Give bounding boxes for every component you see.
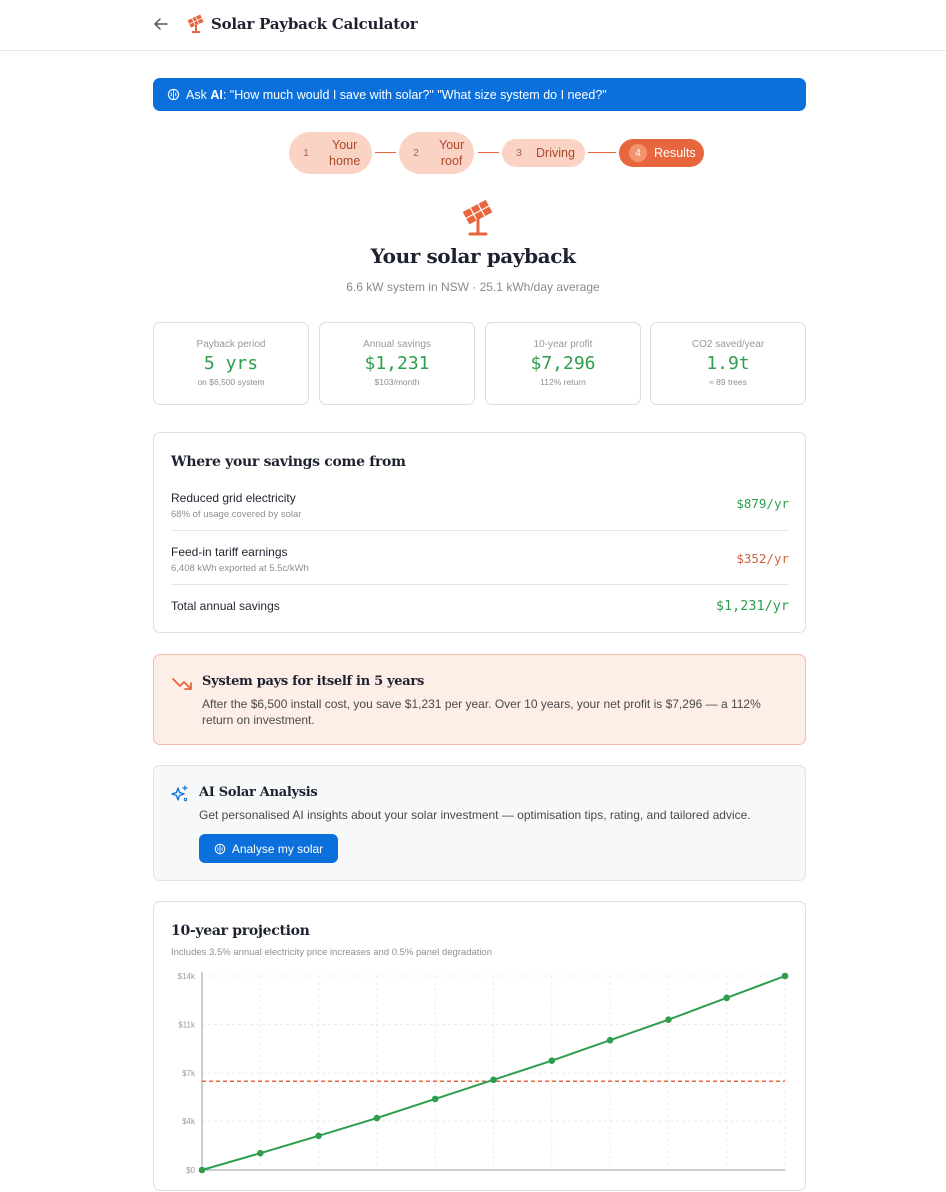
step-driving[interactable]: 3 Driving	[502, 139, 585, 167]
savings-row-desc: 6,408 kWh exported at 5.5c/kWh	[171, 563, 309, 574]
stat-caption: Annual savings	[363, 339, 431, 350]
stat-caption: Payback period	[196, 339, 266, 350]
savings-row-grid: Reduced grid electricity 68% of usage co…	[171, 491, 789, 520]
savings-row-desc: 68% of usage covered by solar	[171, 509, 302, 520]
stat-foot: ≈ 89 trees	[709, 377, 747, 387]
progress-stepper: 1 Your home 2 Your roof 3 Driving 4 Result…	[0, 132, 946, 174]
stat-foot: on $6,500 system	[197, 377, 265, 387]
savings-row-name: Feed-in tariff earnings	[171, 545, 288, 559]
stat-value: $1,231	[364, 353, 430, 374]
analyse-solar-button[interactable]: Analyse my solar	[199, 834, 338, 863]
step-your-roof[interactable]: 2 Your roof	[399, 132, 474, 174]
stats-row: Payback period 5 yrs on $6,500 system An…	[153, 322, 806, 405]
top-bar: Solar Payback Calculator	[0, 0, 946, 51]
savings-title: Where your savings come from	[171, 454, 406, 470]
y-tick-label: $11k	[178, 1021, 196, 1030]
savings-row-feed-in: Feed-in tariff earnings 6,408 kWh export…	[171, 545, 789, 574]
stat-co2-saved: CO2 saved/year 1.9t ≈ 89 trees	[650, 322, 806, 405]
step-your-home[interactable]: 1 Your home	[289, 132, 372, 174]
step-number: 4	[629, 144, 647, 162]
step-label: Your home	[329, 138, 361, 168]
step-label: Driving	[536, 146, 575, 160]
data-point	[606, 1036, 614, 1044]
savings-row-total: Total annual savings $1,231/yr	[171, 598, 789, 614]
data-point	[373, 1114, 381, 1122]
step-label: Your roof	[439, 138, 465, 168]
ask-prompt: : "How much would I save with solar?" "W…	[222, 87, 607, 102]
payback-summary: System pays for itself in 5 years After …	[153, 654, 806, 745]
stat-payback-period: Payback period 5 yrs on $6,500 system	[153, 322, 309, 405]
data-point	[198, 1166, 206, 1174]
savings-row-amount: $352/yr	[736, 551, 789, 566]
trending-down-icon	[172, 678, 192, 690]
step-connector	[375, 152, 396, 153]
stat-caption: 10-year profit	[533, 339, 593, 350]
solar-panel-icon	[462, 199, 493, 236]
stat-caption: CO2 saved/year	[691, 339, 765, 350]
ai-analysis-title: AI Solar Analysis	[199, 785, 318, 800]
ask-ai-bar[interactable]: Ask AI: "How much would I save with sola…	[153, 78, 806, 111]
data-point	[665, 1016, 672, 1024]
savings-row-amount: $1,231/yr	[715, 598, 789, 614]
payback-text: After the $6,500 install cost, you save …	[202, 697, 761, 727]
y-tick-label: $14k	[178, 972, 196, 981]
y-tick-label: $0	[186, 1166, 195, 1175]
ai-analysis-card: AI Solar Analysis Get personalised AI in…	[153, 765, 806, 881]
stat-value: 1.9t	[706, 353, 750, 374]
step-label: Results	[654, 146, 696, 160]
step-number: 2	[407, 144, 425, 162]
divider	[171, 584, 789, 585]
stat-value: 5 yrs	[203, 353, 259, 374]
ask-prefix: Ask	[186, 87, 207, 102]
projection-card: 10-year projection Includes 3.5% annual …	[153, 901, 806, 1191]
stat-10-year-profit: 10-year profit $7,296 112% return	[485, 322, 641, 405]
payback-title: System pays for itself in 5 years	[202, 674, 424, 689]
results-heading: Your solar payback	[370, 244, 576, 268]
arrow-left-icon[interactable]	[152, 15, 170, 33]
step-connector	[478, 152, 499, 153]
stat-value: $7,296	[530, 353, 596, 374]
step-results[interactable]: 4 Results	[619, 139, 704, 167]
y-tick-label: $7k	[182, 1069, 196, 1078]
sparkles-icon	[171, 785, 188, 802]
projection-chart: $0 $4k $7k $11k $14k	[178, 972, 789, 1175]
savings-row-amount: $879/yr	[736, 496, 789, 511]
data-point	[781, 972, 789, 980]
savings-breakdown-card: Where your savings come from Reduced gri…	[153, 432, 806, 633]
brain-icon	[167, 88, 180, 101]
solar-panel-icon	[187, 14, 204, 33]
data-point	[723, 994, 730, 1002]
divider	[171, 530, 789, 531]
y-tick-label: $4k	[182, 1117, 196, 1126]
savings-row-name: Reduced grid electricity	[171, 491, 296, 505]
step-number: 3	[510, 144, 528, 162]
ai-analysis-text: Get personalised AI insights about your …	[199, 808, 751, 822]
page-title: Solar Payback Calculator	[211, 15, 418, 33]
step-number: 1	[297, 144, 315, 162]
data-point	[431, 1095, 439, 1103]
stat-annual-savings: Annual savings $1,231 $103/month	[319, 322, 475, 405]
analyse-solar-label: Analyse my solar	[231, 841, 324, 856]
stat-foot: 112% return	[540, 377, 586, 387]
savings-row-name: Total annual savings	[171, 599, 280, 613]
data-point	[257, 1149, 264, 1157]
stat-foot: $103/month	[374, 377, 420, 387]
data-point	[315, 1132, 322, 1140]
data-point	[548, 1057, 556, 1065]
ask-ai-label: AI	[210, 87, 223, 102]
data-point	[490, 1076, 497, 1084]
results-subtitle: 6.6 kW system in NSW · 25.1 kWh/day aver…	[346, 280, 600, 294]
step-connector	[588, 152, 616, 153]
brain-icon	[214, 843, 226, 854]
